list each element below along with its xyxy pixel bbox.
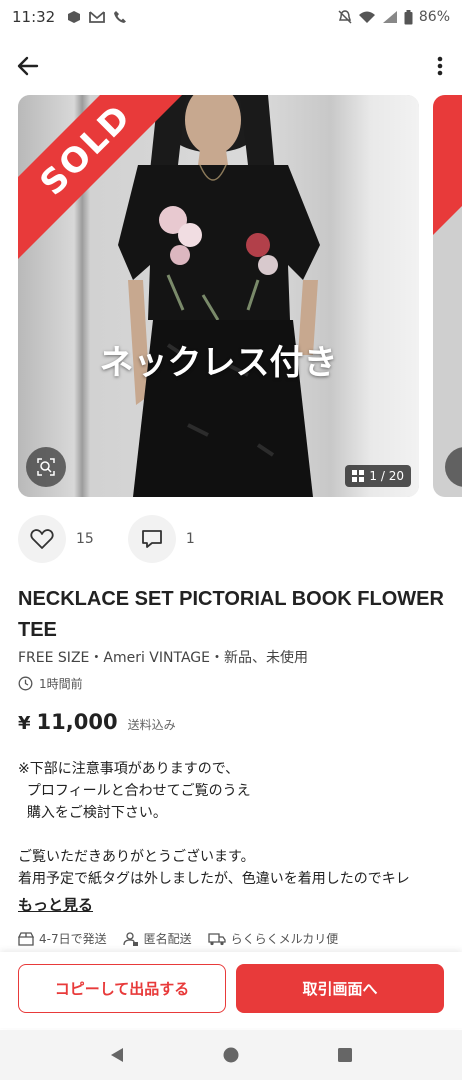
see-more-link[interactable]: もっと見る (18, 894, 93, 915)
back-button[interactable] (12, 50, 44, 82)
box-icon (18, 931, 34, 946)
next-zoom-button (445, 447, 462, 487)
product-meta: FREE SIZE・Ameri VINTAGE・新品、未使用 (18, 650, 308, 666)
truck-icon (207, 932, 226, 945)
back-arrow-icon (17, 56, 39, 76)
anonymous-user-icon (122, 931, 138, 946)
system-navigation-bar (0, 1030, 462, 1080)
like-button[interactable] (18, 515, 66, 563)
zoom-search-icon (37, 458, 55, 476)
feature-shipping-days: 4-7日で発送 (18, 930, 107, 947)
top-bar (0, 44, 462, 88)
photo-counter-text: 1 / 20 (369, 469, 404, 483)
nav-home-icon[interactable] (222, 1046, 240, 1064)
posted-time: 1時間前 (18, 674, 83, 692)
go-to-transaction-button[interactable]: 取引画面へ (236, 964, 444, 1013)
product-description: ※下部に注意事項がありますので、 プロフィールと合わせてご覧のうえ 購入をご検討… (18, 761, 410, 887)
system-status: 86% (338, 9, 450, 25)
model-wearing-tee-image (118, 95, 320, 497)
product-title: NECKLACE SET PICTORIAL BOOK FLOWER TEE (18, 588, 444, 641)
feature-label: 匿名配送 (143, 932, 192, 946)
battery-icon (404, 9, 413, 24)
engagement-actions: 15 1 (18, 515, 229, 563)
clock-icon (18, 676, 33, 690)
zoom-button[interactable] (26, 447, 66, 487)
photo-overlay-text: ネックレス付き (99, 343, 338, 383)
feature-anonymous: 匿名配送 (122, 930, 192, 947)
grid-icon (352, 470, 365, 482)
next-photo-preview[interactable] (433, 95, 462, 497)
more-options-button[interactable] (432, 50, 448, 82)
next-sold-badge (433, 95, 462, 235)
more-vertical-icon (437, 56, 443, 76)
clock: 11:32 (12, 8, 56, 26)
comment-count: 1 (185, 531, 195, 547)
wifi-icon (358, 11, 375, 23)
price-amount: 11,000 (36, 710, 118, 734)
mute-icon (338, 10, 352, 24)
bottom-action-bar: コピーして出品する 取引画面へ (0, 952, 462, 1028)
feature-label: 4-7日で発送 (39, 932, 107, 946)
comment-button[interactable] (127, 515, 176, 563)
photo-carousel[interactable]: SOLD ネックレス付き 1 / 20 (18, 95, 462, 497)
heart-icon (30, 529, 54, 549)
status-bar: 11:32 86% (0, 0, 462, 34)
comment-icon (141, 530, 162, 548)
photo-counter[interactable]: 1 / 20 (345, 465, 411, 487)
copy-and-list-button[interactable]: コピーして出品する (18, 964, 226, 1013)
feature-delivery: らくらくメルカリ便 (207, 930, 339, 947)
price: ¥ 11,000 送料込み (18, 710, 176, 734)
notification-icons (67, 10, 127, 24)
shipping-note: 送料込み (127, 718, 176, 732)
app-notification-icon (68, 11, 81, 23)
feature-label: らくらくメルカリ便 (230, 932, 339, 946)
like-count: 15 (76, 531, 94, 547)
product-photo[interactable]: SOLD ネックレス付き 1 / 20 (18, 95, 419, 497)
nav-back-icon[interactable] (108, 1046, 126, 1064)
gmail-icon (89, 11, 106, 23)
currency-symbol: ¥ (18, 713, 31, 734)
shipping-features: 4-7日で発送 匿名配送 らくらくメルカリ便 (18, 930, 338, 947)
nav-recents-icon[interactable] (336, 1046, 354, 1064)
phone-icon (114, 11, 127, 23)
posted-time-text: 1時間前 (39, 676, 83, 691)
signal-icon (382, 11, 397, 23)
battery-level: 86% (418, 9, 450, 25)
